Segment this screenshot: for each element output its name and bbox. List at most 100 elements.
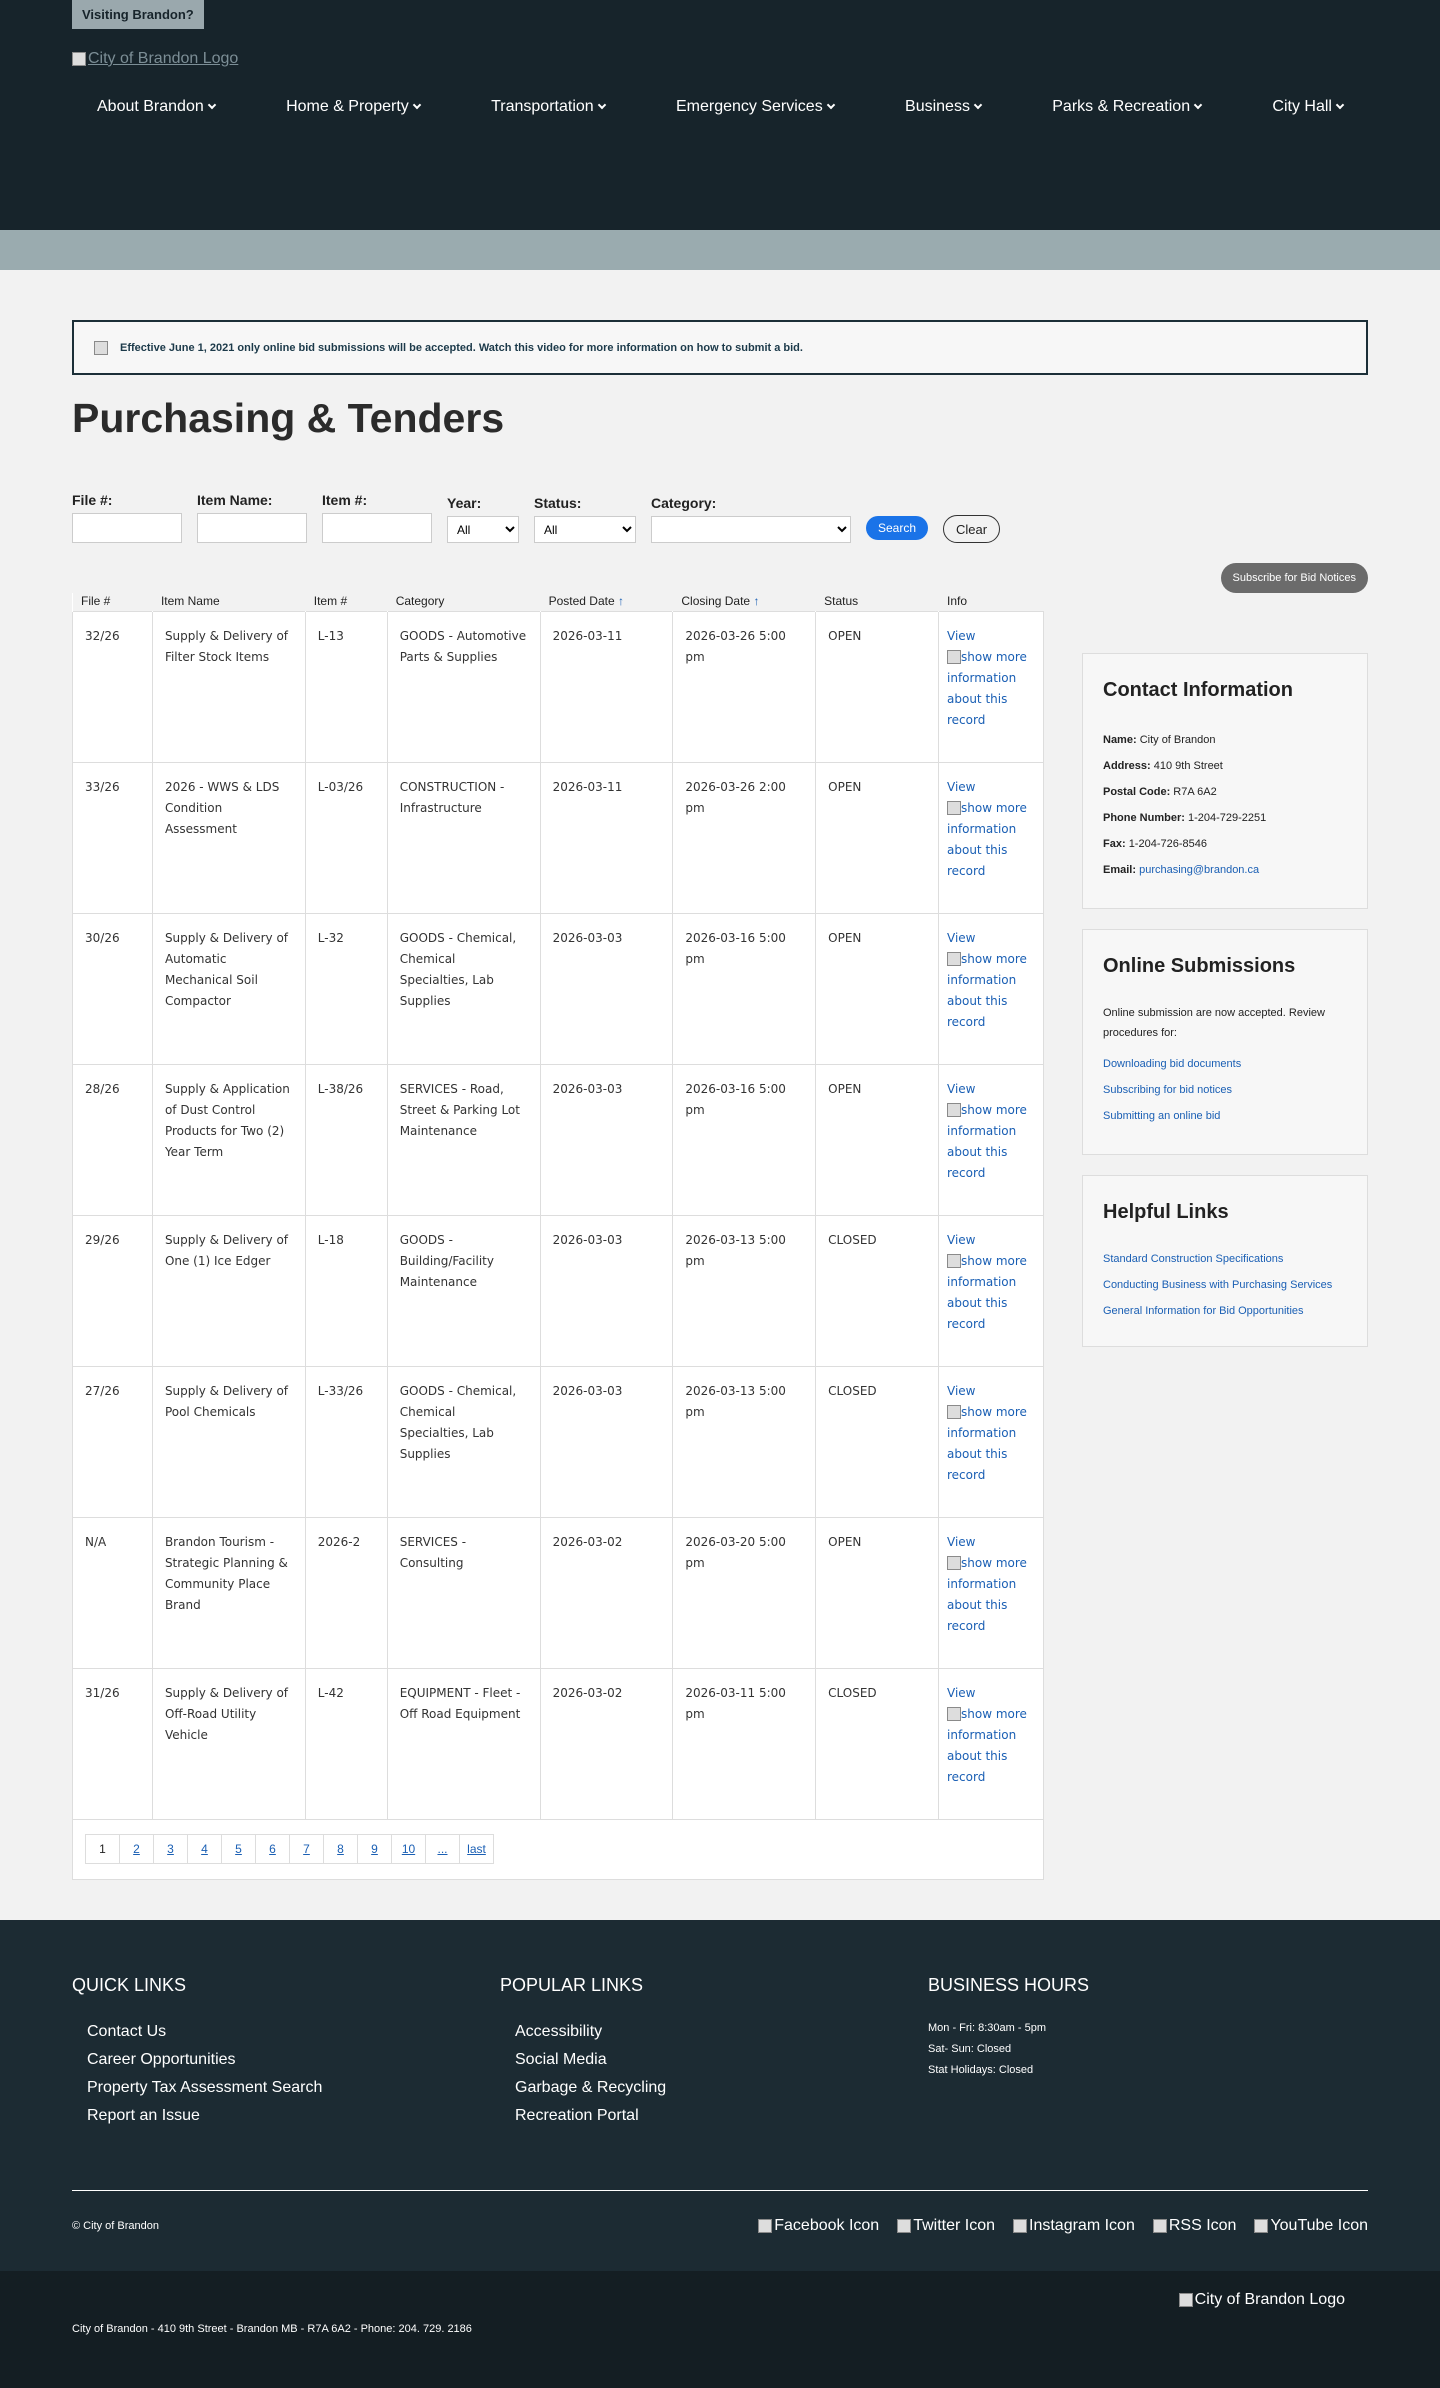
show-more-info-link[interactable]: show more information about this record xyxy=(947,1100,1035,1184)
cell-item-name: Supply & Delivery of Automatic Mechanica… xyxy=(151,912,306,1065)
page-link[interactable]: 6 xyxy=(255,1834,290,1864)
helpful-link-business[interactable]: Conducting Business with Purchasing Serv… xyxy=(1103,1275,1347,1295)
page-link[interactable]: 10 xyxy=(391,1834,426,1864)
rss-icon[interactable]: RSS Icon xyxy=(1152,2217,1236,2235)
cell-status: CLOSED xyxy=(815,1667,939,1820)
cell-status: OPEN xyxy=(815,912,939,1065)
main-content: Effective June 1, 2021 only online bid s… xyxy=(72,270,1368,1920)
table-row: N/A Brandon Tourism - Strategic Planning … xyxy=(72,1516,1044,1669)
footer-link-report[interactable]: Report an Issue xyxy=(87,2107,200,2124)
nav-item-about[interactable]: About Brandon xyxy=(97,98,216,116)
show-more-info-link[interactable]: show more information about this record xyxy=(947,949,1035,1033)
view-link[interactable]: View xyxy=(947,1381,1035,1402)
contact-email-link[interactable]: purchasing@brandon.ca xyxy=(1139,864,1259,876)
broken-image-icon xyxy=(947,1707,961,1721)
subscribe-bid-notices-button[interactable]: Subscribe for Bid Notices xyxy=(1220,563,1368,593)
year-select[interactable]: All xyxy=(447,516,519,543)
notice-video-link[interactable]: video xyxy=(537,342,566,354)
cell-info: View show more information about this rec… xyxy=(938,1063,1044,1216)
page-link[interactable]: 9 xyxy=(357,1834,392,1864)
footer-link-garbage[interactable]: Garbage & Recycling xyxy=(515,2079,666,2096)
show-more-info-link[interactable]: show more information about this record xyxy=(947,647,1035,731)
visiting-brandon-button[interactable]: Visiting Brandon? xyxy=(72,0,204,29)
nav-item-business[interactable]: Business xyxy=(905,98,983,116)
cell-item-no: L-32 xyxy=(304,912,388,1065)
category-select[interactable] xyxy=(651,516,851,543)
contact-card: Contact Information Name: City of Brando… xyxy=(1082,653,1368,909)
cell-status: OPEN xyxy=(815,761,939,914)
page-title: Purchasing & Tenders xyxy=(72,395,505,441)
col-posted[interactable]: Posted Date ↑ xyxy=(540,593,673,611)
file-input[interactable] xyxy=(72,513,182,543)
cell-file: 30/26 xyxy=(72,912,153,1065)
view-link[interactable]: View xyxy=(947,1230,1035,1251)
copyright-link[interactable]: City of Brandon xyxy=(83,2220,159,2232)
status-select[interactable]: All xyxy=(534,516,636,543)
cell-file: N/A xyxy=(72,1516,153,1669)
broken-image-icon xyxy=(947,801,961,815)
notice-icon xyxy=(94,340,108,355)
page-link[interactable]: 2 xyxy=(119,1834,154,1864)
page-link[interactable]: last xyxy=(459,1834,494,1864)
cell-info: View show more information about this rec… xyxy=(938,761,1044,914)
show-more-info-link[interactable]: show more information about this record xyxy=(947,798,1035,882)
nav-item-transportation[interactable]: Transportation xyxy=(491,98,606,116)
page-link[interactable]: 3 xyxy=(153,1834,188,1864)
nav-item-emergency[interactable]: Emergency Services xyxy=(676,98,835,116)
show-more-info-link[interactable]: show more information about this record xyxy=(947,1251,1035,1335)
footer-link-careers[interactable]: Career Opportunities xyxy=(87,2051,236,2068)
show-more-info-link[interactable]: show more information about this record xyxy=(947,1553,1035,1637)
bid-notice-banner: Effective June 1, 2021 only online bid s… xyxy=(72,320,1368,375)
cell-closing: 2026-03-13 5:00 pm xyxy=(672,1365,817,1518)
col-closing[interactable]: Closing Date ↑ xyxy=(672,593,816,611)
item-no-input[interactable] xyxy=(322,513,432,543)
sort-arrow-icon[interactable]: ↑ xyxy=(618,594,624,608)
view-link[interactable]: View xyxy=(947,928,1035,949)
page-link[interactable]: 7 xyxy=(289,1834,324,1864)
view-link[interactable]: View xyxy=(947,1079,1035,1100)
cell-category: SERVICES - Consulting xyxy=(386,1516,541,1669)
table-row: 27/26 Supply & Delivery of Pool Chemicals… xyxy=(72,1365,1044,1518)
youtube-icon[interactable]: YouTube Icon xyxy=(1254,2217,1368,2235)
show-more-info-link[interactable]: show more information about this record xyxy=(947,1704,1035,1788)
sort-arrow-icon[interactable]: ↑ xyxy=(753,594,759,608)
helpful-link-general[interactable]: General Information for Bid Opportunitie… xyxy=(1103,1301,1347,1321)
page-link[interactable]: ... xyxy=(425,1834,460,1864)
category-label: Category: xyxy=(651,495,717,511)
online-link-submit[interactable]: Submitting an online bid xyxy=(1103,1103,1347,1129)
footer-link-tax[interactable]: Property Tax Assessment Search xyxy=(87,2079,322,2096)
view-link[interactable]: View xyxy=(947,1532,1035,1553)
show-more-info-link[interactable]: show more information about this record xyxy=(947,1402,1035,1486)
broken-image-icon xyxy=(947,650,961,664)
tenders-table-wrapper: File # Item Name Item # Category Posted … xyxy=(72,593,1044,1880)
online-link-subscribe[interactable]: Subscribing for bid notices xyxy=(1103,1077,1347,1103)
footer-link-recreation[interactable]: Recreation Portal xyxy=(515,2107,639,2124)
nav-item-parks[interactable]: Parks & Recreation xyxy=(1052,98,1203,116)
page-link[interactable]: 8 xyxy=(323,1834,358,1864)
item-name-label: Item Name: xyxy=(197,492,273,508)
pagination: 1 2 3 4 5 6 7 8 9 10... last xyxy=(85,1834,494,1864)
site-logo-link[interactable]: City of Brandon Logo xyxy=(72,50,238,68)
cell-status: OPEN xyxy=(815,1063,939,1216)
footer-link-accessibility[interactable]: Accessibility xyxy=(515,2023,602,2040)
view-link[interactable]: View xyxy=(947,777,1035,798)
view-link[interactable]: View xyxy=(947,626,1035,647)
twitter-icon[interactable]: Twitter Icon xyxy=(897,2217,995,2235)
view-link[interactable]: View xyxy=(947,1683,1035,1704)
page-link[interactable]: 5 xyxy=(221,1834,256,1864)
cell-status: CLOSED xyxy=(815,1214,939,1367)
footer-link-contact[interactable]: Contact Us xyxy=(87,2023,166,2040)
copyright: © City of Brandon xyxy=(72,2219,159,2232)
page-link[interactable]: 4 xyxy=(187,1834,222,1864)
clear-button[interactable]: Clear xyxy=(943,515,1001,543)
item-name-input[interactable] xyxy=(197,513,307,543)
nav-item-home-property[interactable]: Home & Property xyxy=(286,98,422,116)
helpful-link-construction[interactable]: Standard Construction Specifications xyxy=(1103,1249,1347,1269)
nav-item-city-hall[interactable]: City Hall xyxy=(1272,98,1345,116)
facebook-icon[interactable]: Facebook Icon xyxy=(758,2217,879,2235)
search-button[interactable]: Search xyxy=(866,516,929,540)
online-link-download[interactable]: Downloading bid documents xyxy=(1103,1051,1347,1077)
page-link[interactable]: 1 xyxy=(85,1834,120,1864)
instagram-icon[interactable]: Instagram Icon xyxy=(1013,2217,1135,2235)
footer-link-social[interactable]: Social Media xyxy=(515,2051,607,2068)
